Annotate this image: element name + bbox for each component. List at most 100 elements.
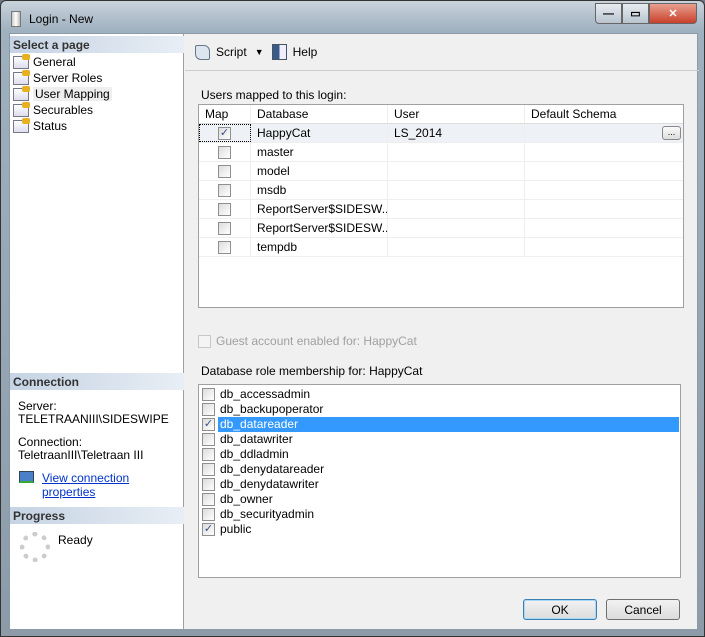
progress-status: Ready <box>58 533 93 547</box>
map-checkbox[interactable] <box>218 145 231 159</box>
role-checkbox[interactable]: ✓ <box>202 418 215 431</box>
role-checkbox[interactable] <box>202 508 215 521</box>
role-item[interactable]: db_backupoperator <box>202 402 679 417</box>
role-label: db_denydatawriter <box>220 477 319 491</box>
user-cell[interactable]: LS_2014 <box>388 124 525 142</box>
script-button[interactable]: Script <box>216 45 247 59</box>
page-label: Securables <box>33 103 94 117</box>
user-cell[interactable] <box>388 181 525 199</box>
window-title: Login - New <box>29 12 94 26</box>
title-bar: Login - New <box>11 9 93 29</box>
role-item[interactable]: db_datawriter <box>202 432 679 447</box>
sidebar-page-server-roles[interactable]: Server Roles <box>13 69 103 86</box>
help-button[interactable]: Help <box>293 45 318 59</box>
role-membership-list: db_accessadmin db_backupoperator ✓ db_datar… <box>198 384 681 578</box>
user-cell[interactable] <box>388 162 525 180</box>
role-checkbox[interactable] <box>202 448 215 461</box>
view-connection-properties-link[interactable]: View connection properties <box>42 471 183 499</box>
page-icon <box>13 69 30 85</box>
progress-header: Progress <box>10 507 184 524</box>
ok-button[interactable]: OK <box>523 599 597 620</box>
role-item[interactable]: db_securityadmin <box>202 507 679 522</box>
script-icon <box>195 44 210 60</box>
browse-schema-button[interactable]: ... <box>662 126 681 140</box>
script-dropdown-icon[interactable]: ▼ <box>255 47 264 57</box>
role-checkbox[interactable] <box>202 493 215 506</box>
role-item[interactable]: db_denydatawriter <box>202 477 679 492</box>
mapping-row[interactable]: ReportServer$SIDESW... <box>199 219 683 238</box>
role-label: db_denydatareader <box>220 462 325 476</box>
dialog-client: Select a page General Server Roles User Ma… <box>9 33 699 630</box>
mapping-row[interactable]: model <box>199 162 683 181</box>
role-label: db_datawriter <box>220 432 293 446</box>
database-cell: ReportServer$SIDESW... <box>251 219 388 237</box>
default-schema-cell[interactable]: ... <box>525 124 683 142</box>
mapping-row[interactable]: tempdb <box>199 238 683 257</box>
user-cell[interactable] <box>388 238 525 256</box>
map-checkbox[interactable] <box>218 202 231 216</box>
role-checkbox[interactable] <box>202 433 215 446</box>
maximize-button[interactable]: ▭ <box>622 3 649 24</box>
role-checkbox[interactable] <box>202 403 215 416</box>
guest-account-checkbox[interactable] <box>198 334 211 348</box>
progress-spinner-icon <box>20 532 50 562</box>
guest-account-label: Guest account enabled for: HappyCat <box>216 334 417 348</box>
close-button[interactable]: ✕ <box>649 3 697 24</box>
cancel-button[interactable]: Cancel <box>606 599 680 620</box>
user-cell[interactable] <box>388 219 525 237</box>
mapping-row[interactable]: master <box>199 143 683 162</box>
sidebar-page-status[interactable]: Status <box>13 117 68 134</box>
map-checkbox[interactable]: ✓ <box>218 126 231 140</box>
role-item[interactable]: ✓ db_datareader <box>202 417 679 432</box>
page-icon <box>13 53 30 69</box>
map-checkbox[interactable] <box>218 183 231 197</box>
role-item[interactable]: db_denydatareader <box>202 462 679 477</box>
default-schema-cell[interactable] <box>525 238 683 256</box>
help-icon <box>271 44 287 60</box>
map-checkbox[interactable] <box>218 164 231 178</box>
page-label: User Mapping <box>33 87 112 101</box>
mapping-row[interactable]: ReportServer$SIDESW... <box>199 200 683 219</box>
database-cell: ReportServer$SIDESW... <box>251 200 388 218</box>
column-header-database[interactable]: Database <box>251 105 388 123</box>
toolbar: Script ▼ Help <box>185 34 699 71</box>
role-label: db_datareader <box>218 417 679 432</box>
database-cell: msdb <box>251 181 388 199</box>
column-header-user[interactable]: User <box>388 105 525 123</box>
mapping-row[interactable]: ✓ HappyCat LS_2014... <box>199 124 683 143</box>
default-schema-cell[interactable] <box>525 181 683 199</box>
default-schema-cell[interactable] <box>525 219 683 237</box>
server-label: Server: <box>18 399 57 413</box>
database-cell: master <box>251 143 388 161</box>
sidebar-page-securables[interactable]: Securables <box>13 101 94 118</box>
role-item[interactable]: db_ddladmin <box>202 447 679 462</box>
role-item[interactable]: db_accessadmin <box>202 387 679 402</box>
role-checkbox[interactable] <box>202 388 215 401</box>
default-schema-cell[interactable] <box>525 143 683 161</box>
role-checkbox[interactable] <box>202 478 215 491</box>
mapping-row[interactable]: msdb <box>199 181 683 200</box>
role-item[interactable]: ✓ public <box>202 522 679 537</box>
user-cell[interactable] <box>388 143 525 161</box>
default-schema-cell[interactable] <box>525 200 683 218</box>
column-header-map[interactable]: Map <box>199 105 251 123</box>
user-cell[interactable] <box>388 200 525 218</box>
role-item[interactable]: db_owner <box>202 492 679 507</box>
page-label: Server Roles <box>33 71 103 85</box>
role-checkbox[interactable] <box>202 463 215 476</box>
role-checkbox[interactable]: ✓ <box>202 523 215 536</box>
default-schema-cell[interactable] <box>525 162 683 180</box>
column-header-default-schema[interactable]: Default Schema <box>525 105 683 123</box>
page-label: Status <box>33 119 68 133</box>
role-label: db_backupoperator <box>220 402 324 416</box>
sidebar-page-user-mapping[interactable]: User Mapping <box>13 85 112 102</box>
database-cell: tempdb <box>251 238 388 256</box>
role-label: db_ddladmin <box>220 447 289 461</box>
minimize-button[interactable]: — <box>595 3 622 24</box>
map-checkbox[interactable] <box>218 240 231 254</box>
page-icon <box>13 101 30 117</box>
map-checkbox[interactable] <box>218 221 231 235</box>
role-label: db_accessadmin <box>220 387 311 401</box>
connection-header: Connection <box>10 373 184 390</box>
sidebar-page-general[interactable]: General <box>13 53 76 70</box>
